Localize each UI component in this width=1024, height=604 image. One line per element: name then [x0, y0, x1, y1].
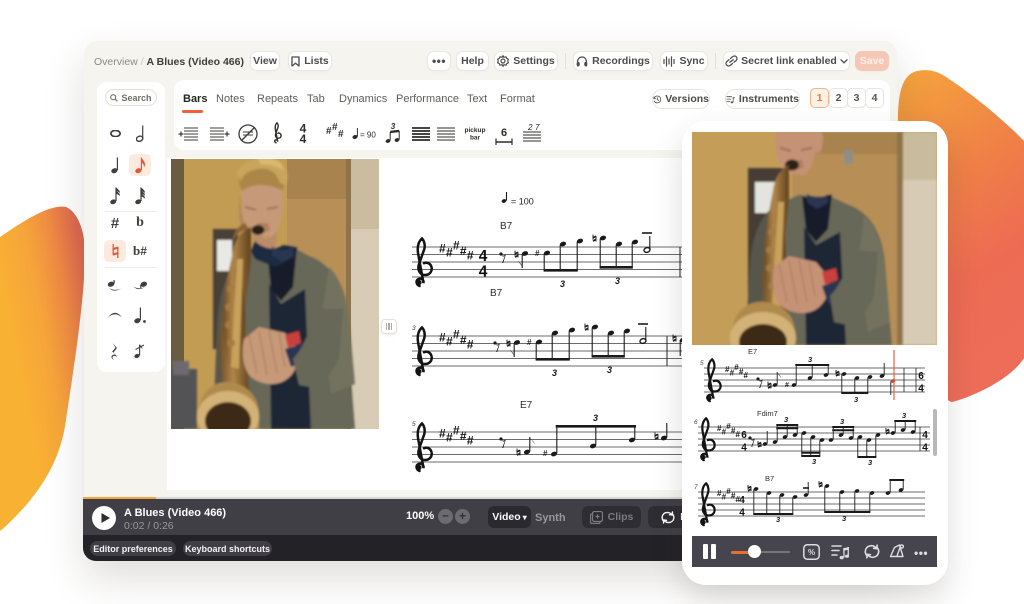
svg-text:#: # — [467, 337, 474, 351]
svg-text:3: 3 — [560, 279, 565, 289]
svg-text:#: # — [453, 239, 460, 253]
svg-text:3: 3 — [812, 457, 817, 466]
svg-text:#: # — [460, 333, 467, 347]
svg-text:E7: E7 — [748, 347, 757, 356]
svg-text:#: # — [535, 249, 540, 258]
svg-text:4: 4 — [479, 264, 488, 281]
svg-text:#: # — [460, 244, 467, 258]
svg-text:#: # — [446, 334, 453, 348]
svg-text:= 100: = 100 — [511, 197, 534, 207]
svg-text:7: 7 — [694, 484, 698, 491]
svg-text:#: # — [543, 449, 548, 458]
svg-text:3: 3 — [854, 395, 859, 404]
svg-text:#: # — [446, 245, 453, 259]
svg-text:6: 6 — [741, 430, 747, 441]
svg-text:#: # — [744, 371, 749, 380]
svg-text:2: 2 — [527, 123, 533, 132]
svg-text:#: # — [467, 248, 474, 262]
svg-text:#: # — [338, 129, 344, 140]
svg-text:5: 5 — [700, 360, 704, 367]
svg-text:4: 4 — [300, 132, 307, 146]
svg-text:3: 3 — [593, 413, 598, 423]
svg-text:bar: bar — [470, 135, 481, 142]
svg-text:E7: E7 — [520, 400, 533, 411]
svg-text:#: # — [439, 330, 446, 344]
svg-text:3: 3 — [607, 365, 612, 375]
svg-text:#: # — [453, 328, 460, 342]
svg-text:3: 3 — [808, 355, 813, 364]
svg-text:6: 6 — [501, 127, 507, 139]
svg-text:3: 3 — [615, 276, 620, 286]
svg-text:7: 7 — [535, 123, 540, 132]
svg-text:3: 3 — [868, 458, 873, 467]
svg-text:4: 4 — [739, 495, 745, 506]
svg-text:5: 5 — [412, 421, 416, 428]
svg-text:4: 4 — [479, 248, 488, 265]
svg-text:6: 6 — [694, 419, 698, 426]
svg-text:6: 6 — [918, 371, 924, 382]
svg-text:3: 3 — [842, 514, 847, 523]
svg-text:#: # — [736, 430, 741, 439]
svg-text:3: 3 — [840, 417, 845, 426]
svg-text:3: 3 — [902, 411, 907, 420]
svg-text:B7: B7 — [500, 221, 513, 232]
svg-text:4: 4 — [922, 430, 928, 441]
svg-text:4: 4 — [739, 508, 745, 519]
svg-text:Fdim7: Fdim7 — [757, 409, 778, 418]
svg-text:pickup: pickup — [465, 127, 486, 134]
svg-text:#: # — [460, 429, 467, 443]
svg-text:= 90: = 90 — [360, 131, 376, 140]
svg-text:3: 3 — [552, 368, 557, 378]
svg-text:#: # — [439, 241, 446, 255]
svg-text:#: # — [439, 426, 446, 440]
svg-text:B7: B7 — [765, 474, 774, 483]
svg-text:4: 4 — [922, 443, 928, 454]
svg-text:3: 3 — [391, 122, 396, 131]
svg-text:#: # — [785, 382, 789, 389]
svg-text:4: 4 — [741, 443, 747, 454]
svg-text:3: 3 — [784, 415, 789, 424]
svg-text:#: # — [446, 430, 453, 444]
svg-text:#: # — [453, 424, 460, 438]
svg-text:B7: B7 — [490, 288, 503, 299]
svg-text:4: 4 — [918, 384, 924, 395]
svg-text:3: 3 — [412, 325, 416, 332]
svg-text:#: # — [527, 338, 532, 347]
svg-text:%: % — [808, 548, 815, 557]
svg-text:#: # — [467, 433, 474, 447]
